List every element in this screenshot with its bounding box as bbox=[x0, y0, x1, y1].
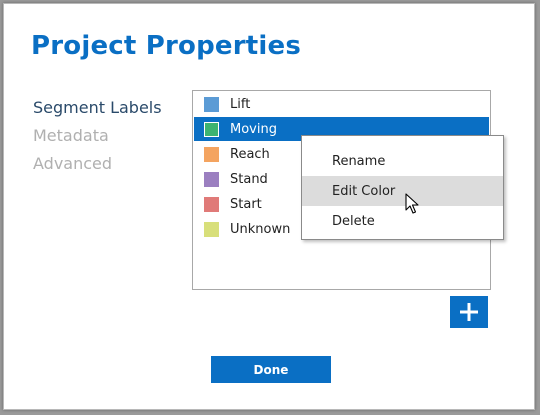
dialog-title: Project Properties bbox=[31, 31, 302, 61]
menu-item-edit-color[interactable]: Edit Color bbox=[302, 176, 503, 206]
nav-item-segment-labels[interactable]: Segment Labels bbox=[33, 94, 183, 122]
nav-item-advanced[interactable]: Advanced bbox=[33, 150, 183, 178]
add-segment-button[interactable] bbox=[450, 296, 488, 328]
done-button[interactable]: Done bbox=[211, 356, 331, 383]
plus-icon bbox=[460, 303, 478, 321]
list-item-label: Start bbox=[230, 196, 262, 212]
nav-item-metadata[interactable]: Metadata bbox=[33, 122, 183, 150]
menu-item-label: Rename bbox=[332, 153, 386, 169]
list-item-lift[interactable]: Lift bbox=[194, 92, 489, 116]
list-item-label: Reach bbox=[230, 146, 270, 162]
settings-nav: Segment Labels Metadata Advanced bbox=[33, 94, 183, 178]
color-swatch bbox=[204, 121, 219, 137]
list-item-label: Moving bbox=[230, 121, 277, 137]
list-item-label: Lift bbox=[230, 96, 251, 112]
color-swatch bbox=[204, 146, 219, 162]
menu-item-rename[interactable]: Rename bbox=[302, 146, 503, 176]
menu-item-delete[interactable]: Delete bbox=[302, 206, 503, 236]
menu-item-label: Edit Color bbox=[332, 183, 396, 199]
list-item-label: Unknown bbox=[230, 221, 291, 237]
color-swatch bbox=[204, 196, 219, 212]
color-swatch bbox=[204, 221, 219, 237]
list-item-label: Stand bbox=[230, 171, 268, 187]
mouse-pointer-icon bbox=[405, 193, 419, 214]
menu-item-label: Delete bbox=[332, 213, 375, 229]
context-menu: Rename Edit Color Delete bbox=[301, 135, 504, 240]
color-swatch bbox=[204, 96, 219, 112]
color-swatch bbox=[204, 171, 219, 187]
project-properties-dialog: Project Properties Segment Labels Metada… bbox=[3, 3, 535, 410]
